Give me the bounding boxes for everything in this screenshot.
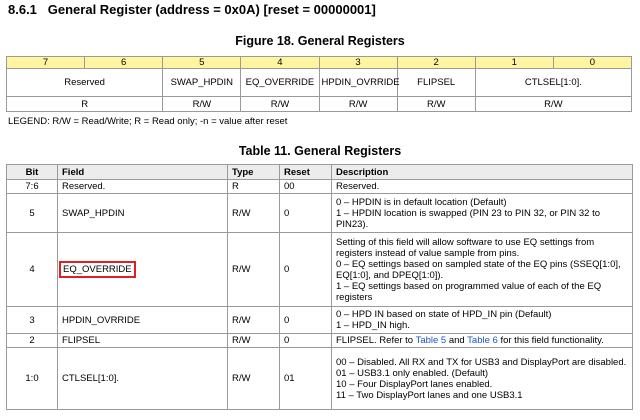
bit-field-name: SWAP_HPDIN <box>162 68 242 97</box>
legend: LEGEND: R/W = Read/Write; R = Read only;… <box>8 116 288 127</box>
bit-field-name: FLIPSEL <box>396 68 476 97</box>
header-type: Type <box>227 164 280 180</box>
table-row: 1:0 CTLSEL[1:0]. R/W 01 00 – Disabled. A… <box>6 347 633 410</box>
bit-field-name: Reserved <box>5 68 164 97</box>
cell-field: EQ_OVERRIDE <box>57 232 228 307</box>
cell-field: SWAP_HPDIN <box>57 193 228 233</box>
cell-field: CTLSEL[1:0]. <box>57 347 228 410</box>
table-row: 3 HPDIN_OVRRIDE R/W 0 0 – HPD IN based o… <box>6 306 633 334</box>
cell-bit: 1:0 <box>6 347 58 410</box>
table-row: 2 FLIPSEL R/W 0 FLIPSEL. Refer to Table … <box>6 333 633 348</box>
table-row: 4 EQ_OVERRIDE R/W 0 Setting of this fiel… <box>6 232 633 307</box>
cell-description: Reserved. <box>331 179 633 194</box>
header-reset: Reset <box>279 164 332 180</box>
cell-field: Reserved. <box>57 179 228 194</box>
cell-type: R/W <box>227 232 280 307</box>
section-heading: 8.6.1 General Register (address = 0x0A) … <box>8 2 376 17</box>
table-6-link[interactable]: Table 6 <box>467 335 498 346</box>
cell-description: 0 – HPD IN based on state of HPD_IN pin … <box>331 306 633 334</box>
bit-number: 1 <box>474 56 554 69</box>
bit-number: 0 <box>552 56 633 69</box>
bit-number: 5 <box>162 56 242 69</box>
header-field: Field <box>57 164 228 180</box>
description-line: Setting of this field will allow softwar… <box>336 236 595 259</box>
bit-field-name: EQ_OVERRIDE <box>240 68 320 97</box>
description-line: 00 – Disabled. All RX and TX for USB3 an… <box>336 356 627 368</box>
cell-description: Setting of this field will allow softwar… <box>331 232 633 307</box>
cell-reset: 0 <box>279 232 332 307</box>
cell-type: R/W <box>227 333 280 348</box>
bit-access: R <box>5 96 164 112</box>
description-line: 10 – Four DisplayPort lanes enabled. <box>336 378 493 390</box>
table-caption: Table 11. General Registers <box>238 144 402 158</box>
cell-type: R/W <box>227 306 280 334</box>
description-line: 0 – HPD IN based on state of HPD_IN pin … <box>336 309 552 320</box>
table-row: 5 SWAP_HPDIN R/W 0 0 – HPDIN is in defau… <box>6 193 633 233</box>
description-line: 1 – EQ settings based on programmed valu… <box>336 280 602 303</box>
cell-field: FLIPSEL <box>57 333 228 348</box>
cell-description: 0 – HPDIN is in default location (Defaul… <box>331 193 633 233</box>
table-5-link[interactable]: Table 5 <box>416 335 447 346</box>
cell-type: R/W <box>227 193 280 233</box>
highlighted-field-name: EQ_OVERRIDE <box>59 261 136 278</box>
bit-access: R/W <box>162 96 242 112</box>
cell-reset: 0 <box>279 306 332 334</box>
cell-description: FLIPSEL. Refer to Table 5 and Table 6 fo… <box>331 333 633 348</box>
description-line: 0 – HPDIN is in default location (Defaul… <box>336 196 507 208</box>
table-row: 7:6 Reserved. R 00 Reserved. <box>6 179 633 194</box>
cell-bit: 3 <box>6 306 58 334</box>
description-line: 01 – USB3.1 only enabled. (Default) <box>336 367 489 379</box>
cell-bit: 4 <box>6 232 58 307</box>
bit-field-name: HPDIN_OVRRIDE <box>318 68 400 97</box>
header-description: Description <box>331 164 633 180</box>
cell-reset: 01 <box>279 347 332 410</box>
cell-bit: 2 <box>6 333 58 348</box>
bit-number: 2 <box>396 56 476 69</box>
header-bit: Bit <box>6 164 58 180</box>
cell-field: HPDIN_OVRRIDE <box>57 306 228 334</box>
table-header-row: Bit Field Type Reset Description <box>6 164 633 180</box>
section-number: 8.6.1 <box>8 2 37 17</box>
description-line: 11 – Two DisplayPort lanes and one USB3.… <box>336 389 523 401</box>
cell-reset: 0 <box>279 333 332 348</box>
cell-reset: 00 <box>279 179 332 194</box>
access-row: R R/W R/W R/W R/W R/W <box>5 96 633 112</box>
bit-number: 7 <box>5 56 86 69</box>
bit-field-name: CTLSEL[1:0]. <box>474 68 633 97</box>
cell-type: R/W <box>227 347 280 410</box>
bit-access: R/W <box>396 96 476 112</box>
bit-access: R/W <box>474 96 633 112</box>
cell-type: R <box>227 179 280 194</box>
bit-number-row: 7 6 5 4 3 2 1 0 <box>5 56 633 69</box>
register-fields-table: Bit Field Type Reset Description 7:6 Res… <box>6 164 633 410</box>
description-line: 1 – HPDIN location is swapped (PIN 23 to… <box>336 207 601 230</box>
section-title: General Register (address = 0x0A) [reset… <box>47 2 376 17</box>
cell-bit: 5 <box>6 193 58 233</box>
bit-number: 3 <box>318 56 398 69</box>
bit-number: 4 <box>240 56 320 69</box>
bit-access: R/W <box>240 96 320 112</box>
figure-caption: Figure 18. General Registers <box>235 34 405 48</box>
cell-bit: 7:6 <box>6 179 58 194</box>
description-line: 0 – EQ settings based on sampled state o… <box>336 258 621 281</box>
description-line: 1 – HPD_IN high. <box>336 320 410 331</box>
cell-description: 00 – Disabled. All RX and TX for USB3 an… <box>331 347 633 410</box>
bit-number: 6 <box>84 56 164 69</box>
field-name-row: Reserved SWAP_HPDIN EQ_OVERRIDE HPDIN_OV… <box>5 68 633 97</box>
cell-reset: 0 <box>279 193 332 233</box>
register-bit-map: 7 6 5 4 3 2 1 0 Reserved SWAP_HPDIN EQ_O… <box>5 56 633 112</box>
bit-access: R/W <box>318 96 398 112</box>
